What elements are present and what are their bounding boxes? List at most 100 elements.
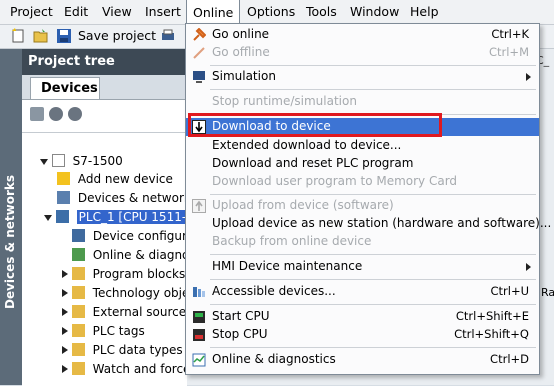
tree-item-plc-1[interactable]: PLC_1 [CPU 1511-1 P [44, 210, 207, 224]
menu-item-upload-new-station[interactable]: Upload device as new station (hardware a… [186, 215, 551, 233]
forward-icon[interactable] [68, 107, 82, 121]
expand-arrow-icon[interactable] [44, 215, 52, 221]
tree-item-program-blocks[interactable]: Program blocks [62, 267, 185, 281]
menu-separator [210, 194, 536, 195]
submenu-arrow-icon [526, 73, 531, 81]
back-icon[interactable] [49, 107, 63, 121]
side-tab-label: Devices & networks [3, 174, 17, 309]
shortcut-label: Ctrl+Shift+E [455, 309, 529, 323]
tree-item-device-configuration[interactable]: Device configurat [72, 229, 199, 243]
menu-separator [210, 65, 536, 66]
menu-project[interactable]: Project [4, 0, 59, 24]
accessible-devices-icon [193, 287, 205, 297]
online-diagnostics-icon [192, 353, 206, 367]
menu-item-simulation[interactable]: Simulation [186, 68, 539, 86]
expand-arrow-icon[interactable] [40, 159, 48, 165]
collapse-arrow-icon[interactable] [62, 365, 68, 373]
menu-item-backup-online[interactable]: Backup from online device [186, 233, 539, 251]
tree-item-s7-1500[interactable]: S7-1500 [40, 154, 123, 168]
collapse-arrow-icon[interactable] [62, 308, 68, 316]
folder-icon [71, 267, 85, 280]
diagnostics-icon [72, 248, 85, 261]
menu-item-stop-cpu[interactable]: Stop CPU Ctrl+Shift+Q [186, 326, 539, 344]
tree-item-devices-networks[interactable]: Devices & networks [57, 191, 197, 205]
menu-item-extended-download[interactable]: Extended download to device... [186, 137, 539, 155]
menu-item-label: Extended download to device... [212, 138, 402, 152]
menu-item-go-offline[interactable]: Go offline Ctrl+M [186, 44, 539, 62]
simulation-icon [193, 71, 205, 83]
menu-item-label: Stop CPU [212, 327, 268, 341]
menu-separator [210, 347, 536, 348]
shortcut-label: Ctrl+U [490, 284, 529, 298]
collapse-arrow-icon[interactable] [62, 289, 68, 297]
open-project-icon[interactable] [33, 28, 49, 44]
menu-item-label: Upload from device (software) [212, 198, 394, 212]
collapse-arrow-icon[interactable] [62, 327, 68, 335]
partial-text: Ra [541, 286, 554, 299]
tree-item-label: PLC tags [92, 324, 145, 338]
save-project-button[interactable]: Save project [78, 28, 156, 43]
tree-item-label: S7-1500 [72, 154, 123, 168]
menu-item-label: Online & diagnostics [212, 352, 336, 366]
tree-item-label: Devices & networks [77, 191, 198, 205]
folder-icon [71, 286, 85, 299]
menu-item-stop-runtime[interactable]: Stop runtime/simulation [186, 93, 539, 111]
tab-devices[interactable]: Devices [30, 77, 100, 99]
menu-tools[interactable]: Tools [300, 0, 343, 24]
folder-icon [71, 362, 85, 375]
folder-icon [71, 324, 85, 337]
menu-options[interactable]: Options [241, 0, 301, 24]
print-icon[interactable] [160, 28, 176, 44]
menu-insert[interactable]: Insert [139, 0, 187, 24]
menu-item-label: Go online [212, 27, 270, 41]
menu-edit[interactable]: Edit [58, 0, 94, 24]
collapse-arrow-icon[interactable] [62, 270, 68, 278]
start-cpu-icon [193, 311, 205, 323]
menu-window[interactable]: Window [344, 0, 405, 24]
tree-item-technology-objects[interactable]: Technology object [62, 286, 201, 300]
menu-item-label: Upload device as new station (hardware a… [212, 216, 552, 230]
menu-separator [210, 304, 536, 305]
menu-item-go-online[interactable]: Go online Ctrl+K [186, 26, 539, 44]
tree-item-add-new-device[interactable]: Add new device [57, 172, 173, 186]
menu-view[interactable]: View [96, 0, 138, 24]
new-project-icon[interactable] [10, 28, 26, 44]
plc-icon [55, 210, 69, 223]
menu-item-accessible-devices[interactable]: Accessible devices... Ctrl+U [186, 283, 539, 301]
tree-item-plc-data-types[interactable]: PLC data types [62, 343, 183, 357]
tree-item-label: Device configurat [92, 229, 199, 243]
tree-item-online-diagnostics[interactable]: Online & diagnost [72, 248, 200, 262]
menu-item-download-memory-card[interactable]: Download user program to Memory Card [186, 173, 539, 191]
menu-item-label: Start CPU [212, 309, 270, 323]
collapse-arrow-icon[interactable] [62, 346, 68, 354]
folder-icon [71, 305, 85, 318]
go-online-icon [193, 28, 206, 41]
tree-view-icon[interactable] [30, 107, 44, 121]
tree-item-plc-tags[interactable]: PLC tags [62, 324, 145, 338]
menu-bar: Project Edit View Insert Online Options … [0, 0, 554, 25]
menu-item-label: Accessible devices... [212, 284, 336, 298]
project-tree-tools [30, 107, 87, 124]
add-device-icon [57, 172, 70, 185]
submenu-arrow-icon [526, 263, 531, 271]
menu-item-online-diagnostics[interactable]: Online & diagnostics Ctrl+D [186, 351, 539, 369]
menu-item-download-reset-plc[interactable]: Download and reset PLC program [186, 155, 539, 173]
tree-item-external-source-files[interactable]: External source fil [62, 305, 201, 319]
menu-item-label: Simulation [212, 69, 276, 83]
menu-item-start-cpu[interactable]: Start CPU Ctrl+Shift+E [186, 308, 539, 326]
menu-item-label: Download user program to Memory Card [212, 174, 458, 188]
menu-item-upload-from-device[interactable]: Upload from device (software) [186, 197, 539, 215]
menu-online[interactable]: Online [186, 0, 241, 24]
menu-help[interactable]: Help [404, 0, 445, 24]
menu-item-hmi-maintenance[interactable]: HMI Device maintenance [186, 258, 539, 276]
upload-icon [192, 199, 206, 213]
shortcut-label: Ctrl+M [488, 45, 529, 59]
menu-item-label: HMI Device maintenance [212, 259, 363, 273]
shortcut-label: Ctrl+K [491, 27, 529, 41]
tree-item-label: Program blocks [92, 267, 186, 281]
device-config-icon [72, 229, 85, 242]
save-icon[interactable] [56, 28, 72, 44]
devices-networks-side-tab[interactable]: Devices & networks [0, 49, 22, 385]
menu-item-label: Go offline [212, 45, 270, 59]
menu-separator [210, 279, 536, 280]
